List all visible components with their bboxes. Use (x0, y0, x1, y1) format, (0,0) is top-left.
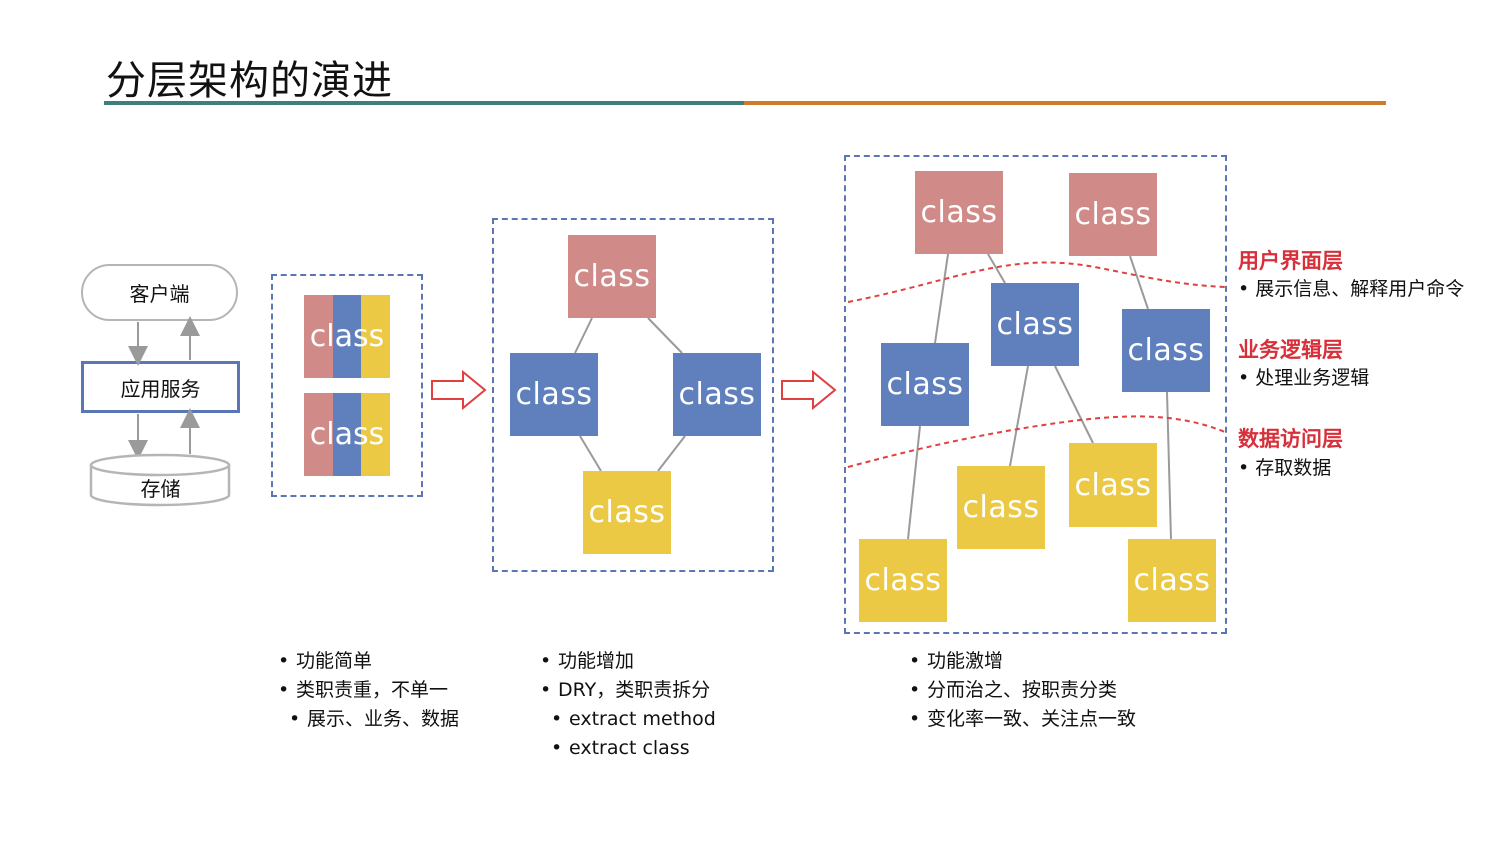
stage3-class-biz-1: class (991, 283, 1079, 366)
stage3-class-biz-3: class (881, 343, 969, 426)
layer-ui-desc: • 展示信息、解释用户命令 (1238, 278, 1465, 300)
stage2-class-ui: class (568, 235, 656, 318)
layer-biz-title: 业务逻辑层 (1238, 338, 1343, 362)
stage3-class-data-4: class (1128, 539, 1216, 622)
note-item: • 变化率一致、关注点一致 (909, 708, 1137, 730)
stage1-class-label-2: class (309, 417, 385, 452)
storage-label: 存储 (140, 477, 181, 501)
stage2-class-data: class (583, 471, 671, 554)
note-item: • 分而治之、按职责分类 (909, 679, 1118, 701)
stage2-class-biz-left: class (510, 353, 598, 436)
layer-ui-title: 用户界面层 (1238, 249, 1343, 273)
stage3-class-ui-2: class (1069, 173, 1157, 256)
note-subitem: • extract method (551, 708, 716, 730)
stage-arrow-2 (781, 369, 837, 411)
note-item: • 功能简单 (278, 650, 373, 672)
layer-biz-desc: • 处理业务逻辑 (1238, 367, 1370, 389)
stage2-notes: • 功能增加 • DRY，类职责拆分 • extract method • extrac… (540, 647, 716, 763)
layer-data-title: 数据访问层 (1238, 427, 1343, 451)
stage1-class-label-1: class (309, 319, 385, 354)
stage3-class-data-3: class (859, 539, 947, 622)
stage3-class-biz-2: class (1122, 309, 1210, 392)
stage-arrow-1 (431, 369, 487, 411)
stage3-class-data-2: class (957, 466, 1045, 549)
stage3-notes: • 功能激增 • 分而治之、按职责分类 • 变化率一致、关注点一致 (909, 647, 1136, 734)
stage3-class-ui-1: class (915, 171, 1003, 254)
layer-data-desc: • 存取数据 (1238, 457, 1332, 479)
note-subitem: • extract class (551, 737, 690, 759)
stage1-notes: • 功能简单 • 类职责重，不单一 • 展示、业务、数据 (278, 647, 459, 734)
note-item: • DRY，类职责拆分 (540, 679, 711, 701)
stage3-class-data-1: class (1069, 443, 1157, 527)
note-item: • 功能激增 (909, 650, 1004, 672)
note-subitem: • 展示、业务、数据 (289, 708, 460, 730)
note-item: • 功能增加 (540, 650, 635, 672)
stage2-class-biz-right: class (673, 353, 761, 436)
note-item: • 类职责重，不单一 (278, 679, 449, 701)
